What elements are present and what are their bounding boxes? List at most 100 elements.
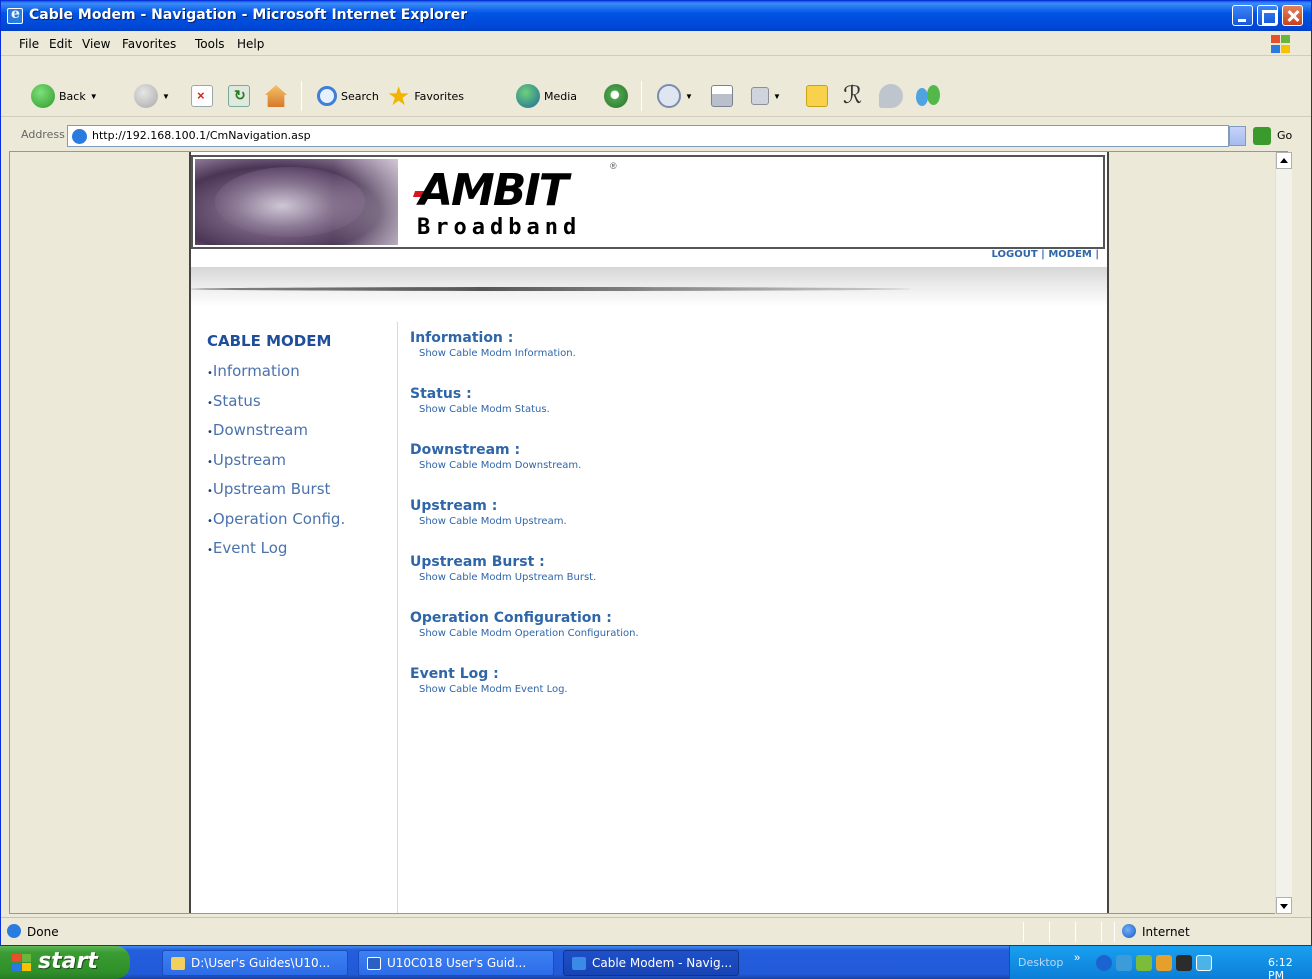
tray-app-icon[interactable]: [1196, 955, 1212, 971]
maximize-button[interactable]: [1257, 5, 1278, 26]
link-separator: |: [1041, 249, 1045, 260]
clock[interactable]: 6:12 PM: [1268, 956, 1312, 979]
menu-edit[interactable]: Edit: [49, 37, 72, 51]
ie-app-icon[interactable]: [7, 6, 23, 24]
messenger-button[interactable]: [879, 81, 903, 111]
title-bar[interactable]: Cable Modem - Navigation - Microsoft Int…: [1, 1, 1311, 31]
menu-tools[interactable]: Tools: [195, 37, 225, 51]
print-button[interactable]: [711, 81, 733, 111]
research-button[interactable]: ℛ: [843, 81, 862, 111]
sidebar-item-label: Downstream: [212, 421, 308, 439]
media-label: Media: [544, 89, 578, 103]
entry-title-status[interactable]: Status :: [410, 386, 1100, 403]
favorites-label: Favorites: [414, 89, 465, 103]
forward-button[interactable]: ▼: [134, 81, 170, 111]
system-tray: Desktop » 6:12 PM: [1009, 946, 1312, 979]
security-zone: Internet: [1142, 925, 1190, 939]
back-button[interactable]: Back ▼: [31, 81, 98, 111]
modem-link[interactable]: MODEM: [1048, 249, 1092, 260]
logout-link[interactable]: LOGOUT: [992, 249, 1038, 260]
sidebar-item-upstream-burst[interactable]: •Upstream Burst: [207, 476, 392, 506]
sidebar-item-upstream[interactable]: •Upstream: [207, 447, 392, 477]
entry-title-upstream[interactable]: Upstream :: [410, 498, 1100, 515]
sidebar-divider: [397, 322, 398, 913]
entry-operation-configuration: Operation Configuration : Show Cable Mod…: [410, 610, 1100, 666]
go-button[interactable]: Go: [1277, 129, 1292, 142]
entry-title-information[interactable]: Information :: [410, 330, 1100, 347]
back-dropdown-icon[interactable]: ▼: [90, 92, 98, 101]
page-icon: [72, 129, 87, 144]
edit-dropdown-icon[interactable]: ▼: [773, 92, 781, 101]
favorites-button[interactable]: ★ Favorites: [387, 81, 464, 111]
edit-button[interactable]: ▼: [751, 81, 781, 111]
tray-app-icon[interactable]: [1156, 955, 1172, 971]
entry-desc: Show Cable Modm Event Log.: [419, 684, 568, 695]
taskbar-item-label: Cable Modem - Navig...: [592, 956, 733, 970]
msn-button[interactable]: [916, 81, 942, 111]
menu-bar: File Edit View Favorites Tools Help: [1, 32, 1311, 56]
menu-favorites[interactable]: Favorites: [122, 37, 176, 51]
entry-title-downstream[interactable]: Downstream :: [410, 442, 1100, 459]
entry-desc: Show Cable Modm Upstream.: [419, 516, 567, 527]
discuss-button[interactable]: [806, 81, 828, 111]
address-input[interactable]: http://192.168.100.1/CmNavigation.asp: [67, 125, 1229, 147]
taskbar-item-word[interactable]: U10C018 User's Guid...: [358, 950, 554, 976]
media-button[interactable]: Media: [516, 81, 577, 111]
entry-desc: Show Cable Modm Upstream Burst.: [419, 572, 597, 583]
tray-app-icon[interactable]: [1176, 955, 1192, 971]
start-label: start: [38, 949, 98, 974]
top-links: LOGOUT | MODEM |: [992, 249, 1099, 260]
tray-app-icon[interactable]: [1136, 955, 1152, 971]
search-button[interactable]: Search: [317, 81, 379, 111]
close-button[interactable]: [1282, 5, 1303, 26]
menu-file[interactable]: File: [19, 37, 39, 51]
broadband-wordmark: Broadband: [417, 215, 582, 240]
menu-help[interactable]: Help: [237, 37, 264, 51]
print-icon: [711, 85, 733, 107]
refresh-button[interactable]: ↻: [228, 81, 250, 111]
star-icon: ★: [387, 81, 411, 111]
sidebar-item-status[interactable]: •Status: [207, 388, 392, 418]
entry-upstream: Upstream : Show Cable Modm Upstream.: [410, 498, 1100, 554]
entry-title-operation-configuration[interactable]: Operation Configuration :: [410, 610, 1100, 627]
stop-button[interactable]: ×: [191, 81, 213, 111]
back-label: Back: [59, 89, 86, 103]
sidebar-item-label: Event Log: [212, 539, 288, 557]
scroll-down-icon[interactable]: [1276, 897, 1292, 914]
minimize-button[interactable]: [1232, 5, 1253, 26]
chat-bubble-icon: [879, 84, 903, 108]
taskbar-item-label: D:\User's Guides\U10...: [191, 956, 331, 970]
entry-desc: Show Cable Modm Downstream.: [419, 460, 582, 471]
address-dropdown-icon[interactable]: [1229, 126, 1246, 146]
mail-dropdown-icon[interactable]: ▼: [685, 92, 693, 101]
forward-dropdown-icon[interactable]: ▼: [162, 92, 170, 101]
link-separator: |: [1095, 249, 1099, 260]
entry-title-event-log[interactable]: Event Log :: [410, 666, 1100, 683]
vertical-scrollbar[interactable]: [1275, 152, 1292, 914]
taskbar-item-explorer[interactable]: D:\User's Guides\U10...: [162, 950, 348, 976]
note-icon: [806, 85, 828, 107]
address-url[interactable]: http://192.168.100.1/CmNavigation.asp: [92, 129, 311, 142]
sidebar-item-operation-config[interactable]: •Operation Config.: [207, 506, 392, 536]
sidebar-heading: CABLE MODEM: [207, 332, 332, 350]
sidebar-item-downstream[interactable]: •Downstream: [207, 417, 392, 447]
scroll-up-icon[interactable]: [1276, 152, 1292, 169]
sidebar-item-event-log[interactable]: •Event Log: [207, 535, 392, 565]
menu-view[interactable]: View: [82, 37, 110, 51]
taskbar-item-ie[interactable]: Cable Modem - Navig...: [563, 950, 739, 976]
start-button[interactable]: start: [0, 946, 130, 979]
sidebar-item-information[interactable]: •Information: [207, 358, 392, 388]
page-done-icon: [7, 924, 21, 938]
home-button[interactable]: [265, 81, 287, 111]
entry-title-upstream-burst[interactable]: Upstream Burst :: [410, 554, 1100, 571]
mail-button[interactable]: ▼: [657, 81, 693, 111]
volume-icon[interactable]: [1116, 955, 1132, 971]
history-button[interactable]: [604, 81, 628, 111]
desktop-toolbar-label[interactable]: Desktop: [1018, 956, 1063, 969]
main-content: Information : Show Cable Modm Informatio…: [410, 330, 1100, 722]
network-icon[interactable]: [1096, 955, 1112, 971]
windows-flag-icon: [12, 954, 32, 972]
chevron-icon[interactable]: »: [1074, 952, 1080, 964]
go-arrow-icon[interactable]: [1253, 127, 1271, 145]
content-viewport: AMBIT ® Broadband LOGOUT | MODEM | CABLE…: [9, 151, 1288, 914]
